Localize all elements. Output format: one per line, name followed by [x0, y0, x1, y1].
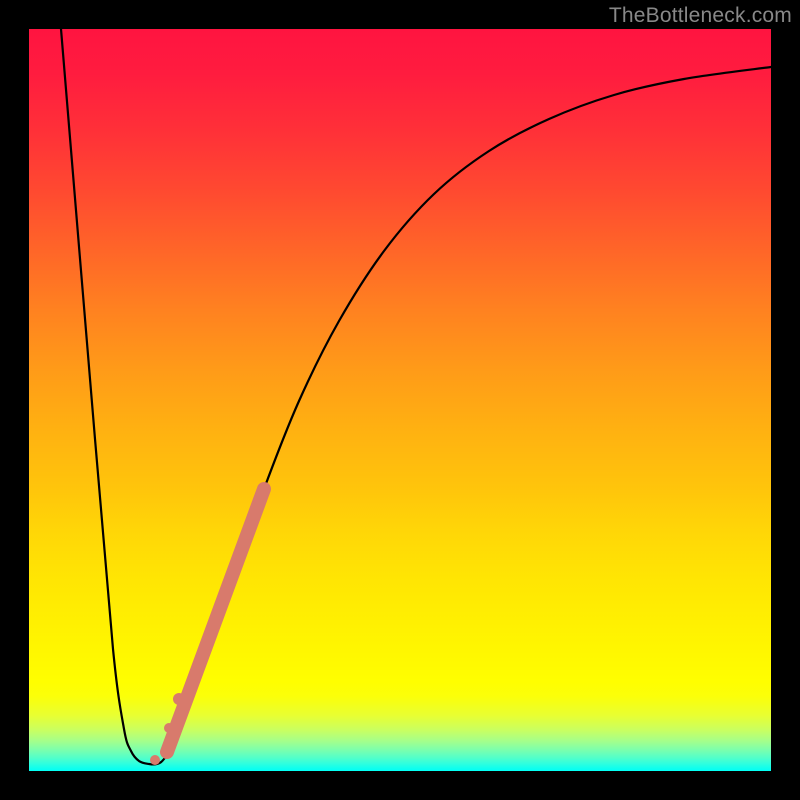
plot-area	[29, 29, 771, 771]
highlight-segment	[167, 489, 264, 752]
watermark-text: TheBottleneck.com	[609, 4, 792, 28]
highlight-dot	[164, 723, 174, 733]
chart-frame: TheBottleneck.com	[0, 0, 800, 800]
curve-layer	[29, 29, 771, 771]
highlight-dot	[173, 693, 185, 705]
highlight-dot	[150, 755, 160, 765]
bottleneck-curve	[61, 29, 771, 764]
